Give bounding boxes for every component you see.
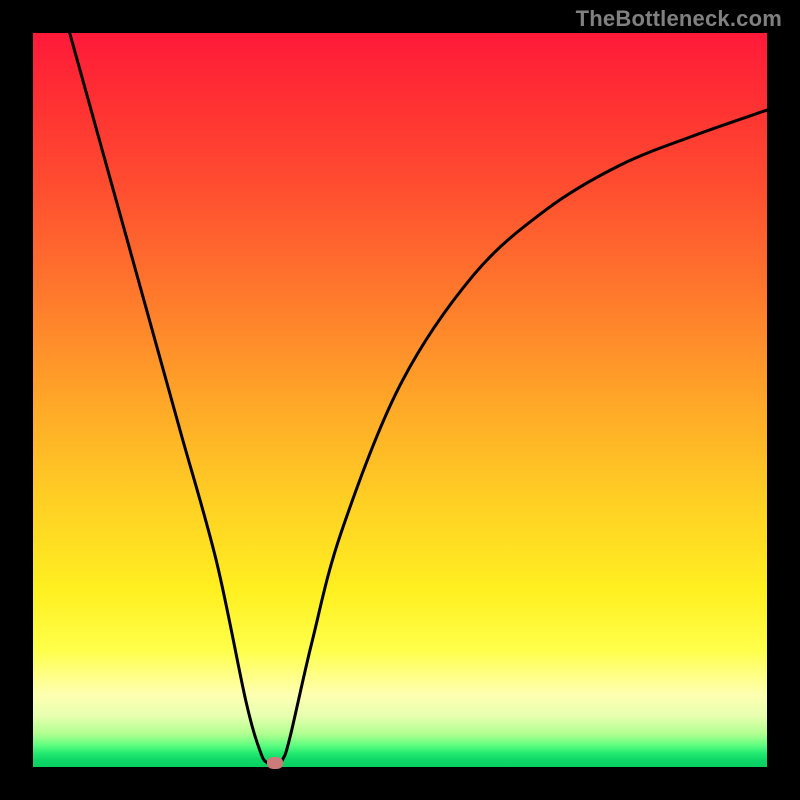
chart-frame: TheBottleneck.com: [0, 0, 800, 800]
bottleneck-curve-path: [70, 33, 767, 767]
plot-area: [33, 33, 767, 767]
curve-layer: [33, 33, 767, 767]
watermark-text: TheBottleneck.com: [576, 6, 782, 32]
optimal-point-marker: [267, 757, 283, 769]
